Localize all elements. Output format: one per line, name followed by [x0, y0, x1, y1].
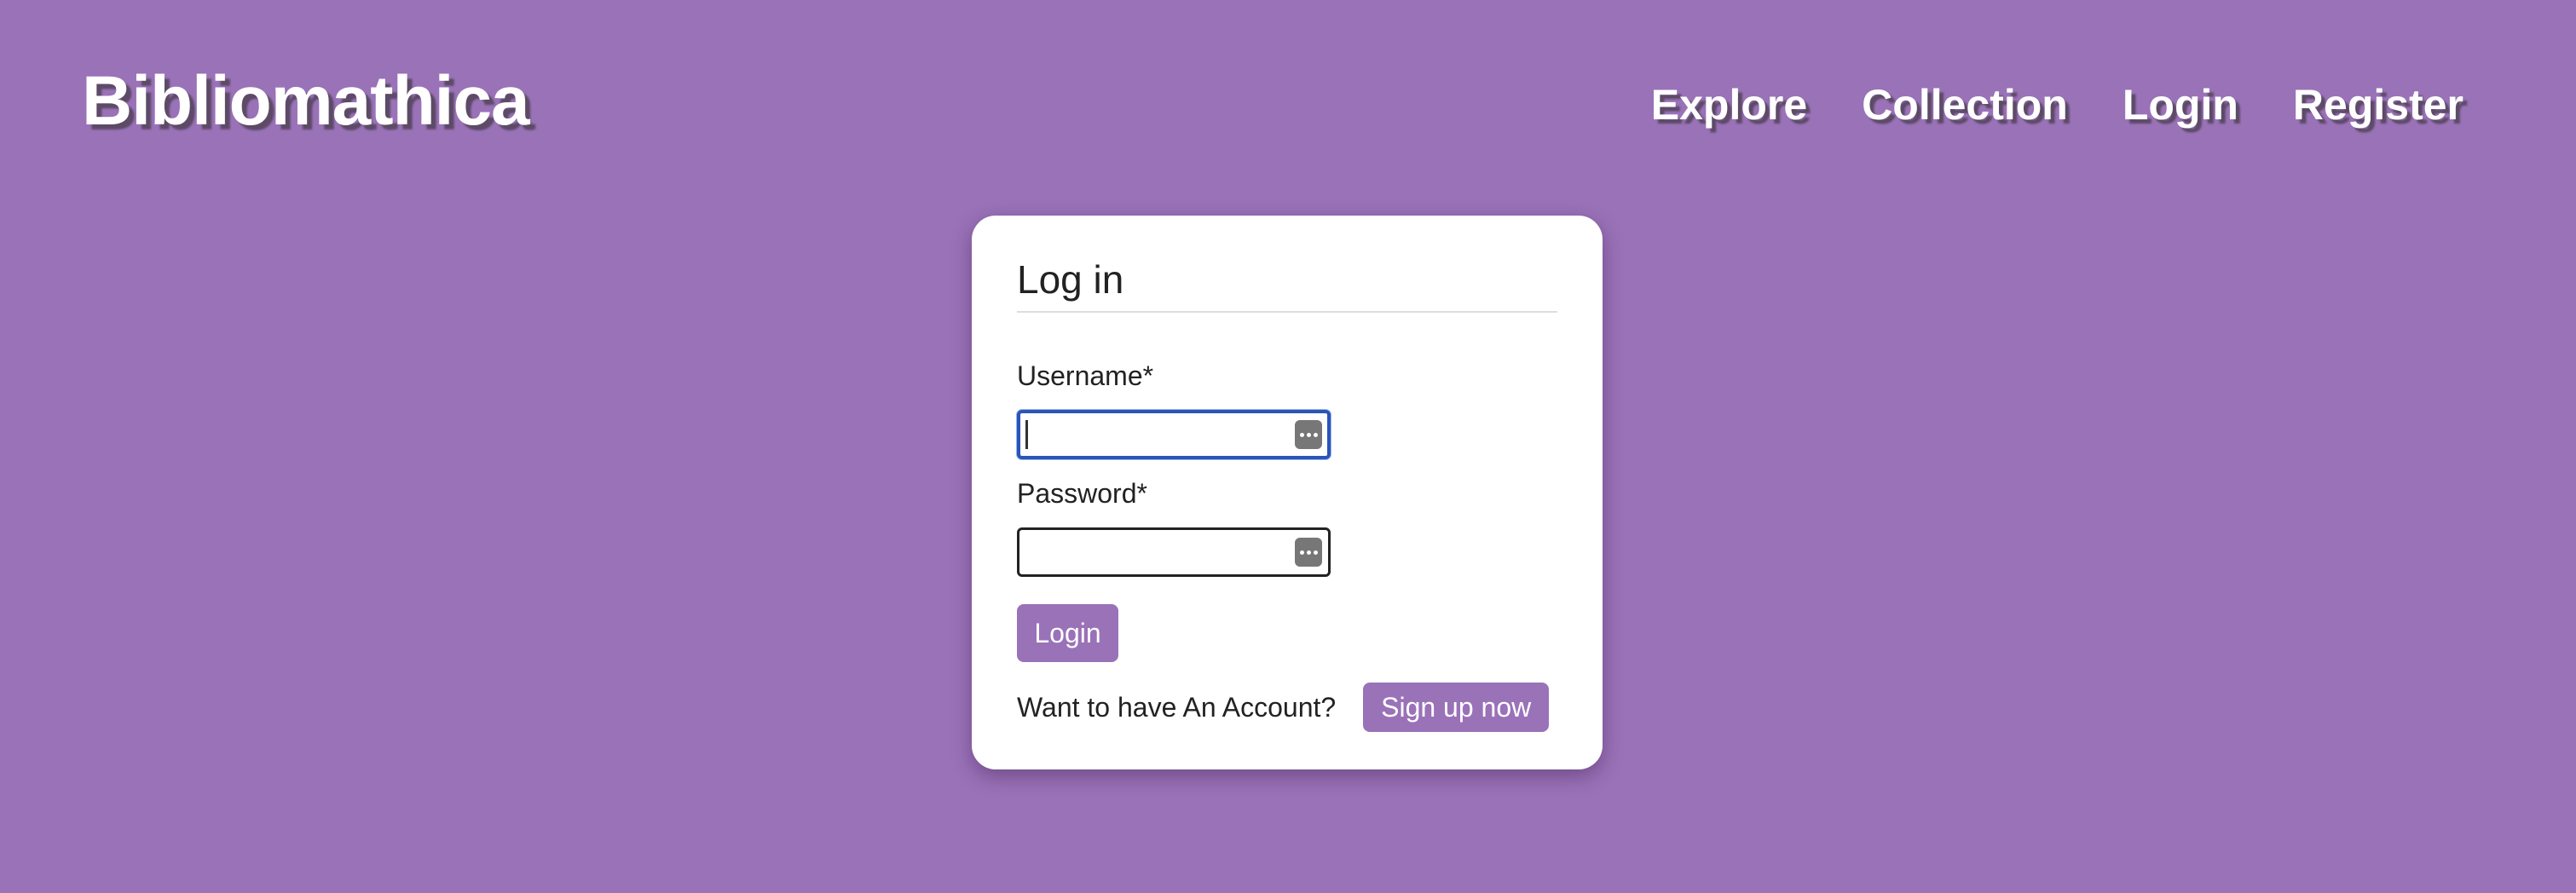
- login-card: Log in Username* Password* Login Want to…: [972, 216, 1603, 769]
- text-caret: [1025, 420, 1028, 449]
- main-nav: Explore Collection Login Register: [1651, 84, 2463, 126]
- username-input[interactable]: [1017, 410, 1331, 459]
- password-manager-icon[interactable]: [1295, 538, 1322, 567]
- brand-logo-link[interactable]: Bibliomathica: [82, 66, 530, 136]
- nav-link-explore[interactable]: Explore: [1651, 84, 1807, 126]
- nav-link-login[interactable]: Login: [2123, 84, 2238, 126]
- nav-link-collection[interactable]: Collection: [1862, 84, 2068, 126]
- password-manager-icon[interactable]: [1295, 420, 1322, 449]
- top-navbar: Bibliomathica Explore Collection Login R…: [0, 0, 2576, 187]
- signup-button[interactable]: Sign up now: [1363, 683, 1550, 732]
- login-button[interactable]: Login: [1017, 604, 1118, 662]
- password-field-wrapper: [1017, 527, 1331, 577]
- password-input[interactable]: [1017, 527, 1331, 577]
- username-field-wrapper: [1017, 410, 1331, 459]
- nav-link-register[interactable]: Register: [2293, 84, 2463, 126]
- login-card-title: Log in: [1017, 260, 1557, 313]
- signup-row: Want to have An Account? Sign up now: [1017, 683, 1557, 732]
- password-label: Password*: [1017, 478, 1147, 509]
- username-label: Username*: [1017, 360, 1154, 391]
- signup-prompt: Want to have An Account?: [1017, 691, 1337, 723]
